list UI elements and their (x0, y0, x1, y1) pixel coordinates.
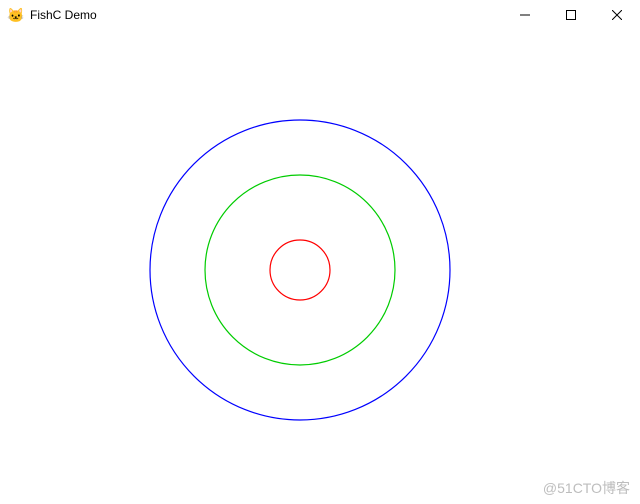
fishc-app-icon: 🐱 (8, 7, 24, 23)
outer-circle (150, 120, 450, 420)
window-controls (502, 0, 640, 30)
app-window: 🐱 FishC Demo @51CTO博客 (0, 0, 640, 504)
drawing-canvas (0, 30, 640, 504)
maximize-icon (566, 10, 576, 20)
client-area (0, 30, 640, 504)
close-icon (612, 10, 622, 20)
maximize-button[interactable] (548, 0, 594, 30)
inner-circle (270, 240, 330, 300)
titlebar: 🐱 FishC Demo (0, 0, 640, 30)
middle-circle (205, 175, 395, 365)
minimize-button[interactable] (502, 0, 548, 30)
window-title: FishC Demo (30, 8, 97, 22)
minimize-icon (520, 10, 530, 20)
close-button[interactable] (594, 0, 640, 30)
